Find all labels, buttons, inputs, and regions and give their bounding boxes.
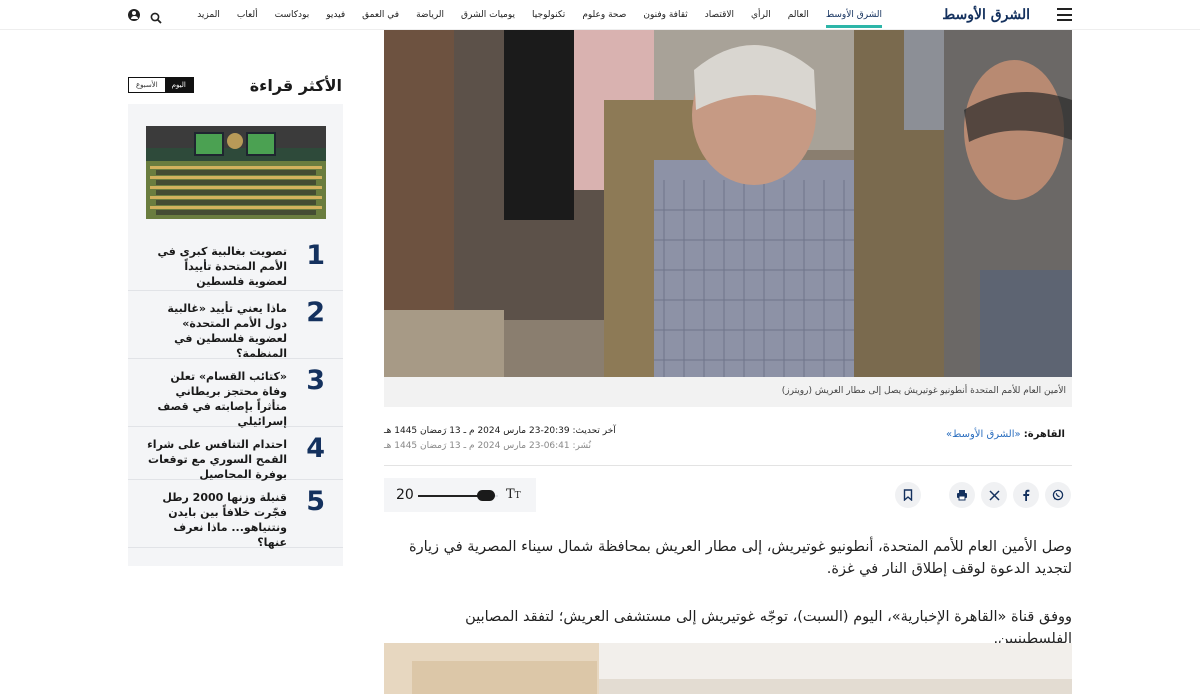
nav-item-12[interactable]: ألعاب bbox=[237, 0, 258, 30]
most-read-item-4[interactable]: 4 احتدام التنافس على شراء القمح السوري مع… bbox=[128, 427, 343, 482]
facebook-icon[interactable] bbox=[1013, 482, 1039, 508]
article-inline-image bbox=[384, 643, 1072, 694]
nav-item-1[interactable]: العالم bbox=[788, 0, 809, 30]
font-size-slider-fill bbox=[418, 495, 486, 497]
nav-item-10[interactable]: فيديو bbox=[326, 0, 345, 30]
most-read-thumbnail[interactable] bbox=[146, 126, 326, 219]
nav-item-8[interactable]: الرياضة bbox=[416, 0, 444, 30]
rank-title[interactable]: ماذا يعني تأييد «غالبية دول الأمم المتحد… bbox=[146, 298, 299, 361]
most-read-item-5[interactable]: 5 قنبلة وزنها 2000 رطل فجّرت خلافاً بين ب… bbox=[128, 480, 343, 550]
nav-item-7[interactable]: يوميات الشرق bbox=[461, 0, 515, 30]
published-date: نُشر: 06:41-23 مارس 2024 م ـ 13 رَمضان 1… bbox=[384, 441, 592, 451]
article-location: القاهرة: «الشرق الأوسط» bbox=[946, 429, 1065, 440]
font-size-control: 20 TT bbox=[384, 478, 536, 512]
rank-number: 2 bbox=[306, 297, 325, 328]
font-size-value: 20 bbox=[396, 487, 414, 503]
nav-item-9[interactable]: في العمق bbox=[362, 0, 399, 30]
font-size-small-glyph: T bbox=[514, 491, 521, 501]
nav-item-11[interactable]: بودكاست bbox=[275, 0, 310, 30]
main-nav: الشرق الأوسط العالم الرأي الاقتصاد ثقافة وفن… bbox=[180, 0, 883, 30]
rank-title[interactable]: «كتائب القسام» تعلن وفاة محتجز بريطاني م… bbox=[146, 366, 299, 429]
location-label: القاهرة: bbox=[1023, 429, 1065, 440]
nav-item-3[interactable]: الاقتصاد bbox=[705, 0, 734, 30]
source-link[interactable]: «الشرق الأوسط» bbox=[946, 429, 1021, 440]
site-logo[interactable]: الشرق الأوسط bbox=[938, 5, 1030, 25]
user-icon[interactable] bbox=[128, 9, 140, 21]
tab-today[interactable]: اليوم bbox=[164, 78, 193, 92]
menu-icon[interactable] bbox=[1057, 8, 1072, 21]
rank-number: 1 bbox=[306, 240, 325, 271]
most-read-item-3[interactable]: 3 «كتائب القسام» تعلن وفاة محتجز بريطاني … bbox=[128, 359, 343, 429]
rank-number: 5 bbox=[306, 486, 325, 517]
print-icon[interactable] bbox=[949, 482, 975, 508]
rank-title[interactable]: تصويت بغالبية كبرى في الأمم المتحدة تأيي… bbox=[146, 241, 299, 289]
rank-title[interactable]: احتدام التنافس على شراء القمح السوري مع … bbox=[146, 434, 299, 482]
tab-week[interactable]: الأسبوع bbox=[129, 78, 165, 92]
rank-number: 4 bbox=[306, 433, 325, 464]
x-icon[interactable] bbox=[981, 482, 1007, 508]
image-caption: الأمين العام للأمم المتحدة أنطونيو غوتير… bbox=[384, 377, 1072, 407]
most-read-item-1[interactable]: 1 تصويت بغالبية كبرى في الأمم المتحدة تأي… bbox=[128, 239, 343, 291]
article-tools: 20 TT bbox=[384, 478, 1072, 514]
nav-item-2[interactable]: الرأي bbox=[751, 0, 771, 30]
updated-date: آخر تحديث: 20:39-23 مارس 2024 م ـ 13 رَم… bbox=[384, 426, 616, 436]
period-toggle: الأسبوع اليوم bbox=[128, 77, 194, 93]
bookmark-icon[interactable] bbox=[895, 482, 921, 508]
whatsapp-icon[interactable] bbox=[1045, 482, 1071, 508]
rank-title[interactable]: قنبلة وزنها 2000 رطل فجّرت خلافاً بين با… bbox=[146, 487, 299, 550]
nav-item-5[interactable]: صحة وعلوم bbox=[582, 0, 626, 30]
article-paragraph-1: وصل الأمين العام للأمم المتحدة، أنطونيو … bbox=[408, 539, 1072, 577]
nav-item-13[interactable]: المزيد bbox=[197, 0, 220, 30]
nav-item-4[interactable]: ثقافة وفنون bbox=[643, 0, 687, 30]
font-size-toggle[interactable]: TT bbox=[506, 487, 521, 502]
site-header: الشرق الأوسط الشرق الأوسط العالم الرأي الاق… bbox=[0, 0, 1200, 30]
most-read-list: 1 تصويت بغالبية كبرى في الأمم المتحدة تأي… bbox=[128, 239, 343, 550]
font-size-slider-handle[interactable] bbox=[477, 490, 495, 501]
most-read-panel: 1 تصويت بغالبية كبرى في الأمم المتحدة تأي… bbox=[128, 104, 343, 566]
nav-item-0[interactable]: الشرق الأوسط bbox=[825, 0, 883, 30]
rank-number: 3 bbox=[306, 365, 325, 396]
article-dates: آخر تحديث: 20:39-23 مارس 2024 م ـ 13 رَم… bbox=[384, 424, 616, 454]
article-hero-image bbox=[384, 30, 1072, 377]
most-read-item-2[interactable]: 2 ماذا يعني تأييد «غالبية دول الأمم المتح… bbox=[128, 291, 343, 361]
article-meta: آخر تحديث: 20:39-23 مارس 2024 م ـ 13 رَم… bbox=[384, 422, 1072, 466]
most-read-title: الأكثر قراءة bbox=[249, 76, 342, 95]
search-icon[interactable] bbox=[150, 9, 162, 24]
font-size-large-glyph: T bbox=[506, 487, 515, 502]
nav-item-6[interactable]: تكنولوجيا bbox=[532, 0, 565, 30]
